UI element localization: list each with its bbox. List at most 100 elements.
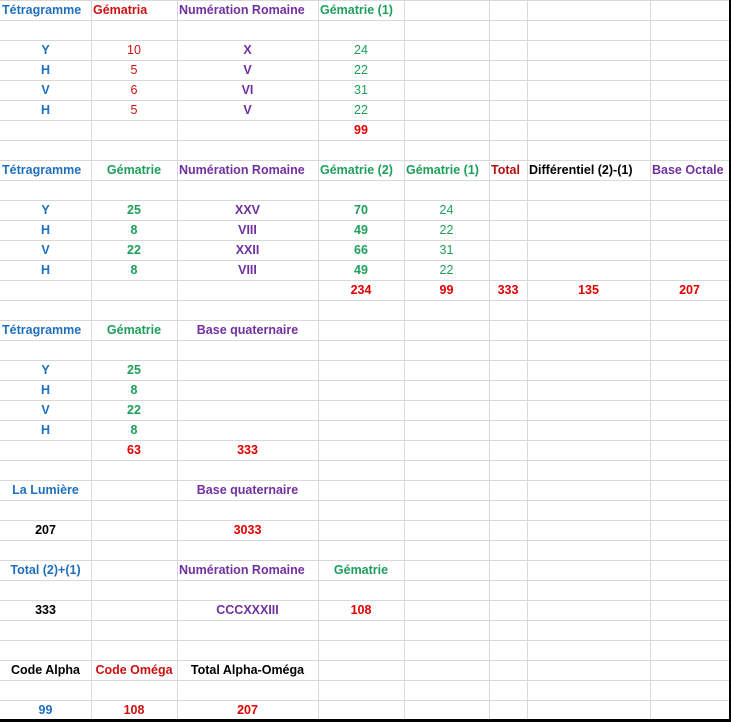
sheet-cell[interactable]: V xyxy=(177,60,318,80)
sheet-cell[interactable]: H xyxy=(0,100,91,120)
sheet-cell[interactable]: 234 xyxy=(318,280,404,300)
grid-column-line xyxy=(489,0,490,722)
sheet-cell[interactable]: H xyxy=(0,260,91,280)
grid-column-line xyxy=(404,0,405,722)
sheet-cell[interactable]: 25 xyxy=(91,360,177,380)
sheet-cell[interactable]: 24 xyxy=(318,40,404,60)
sheet-cell[interactable]: 8 xyxy=(91,260,177,280)
sheet-cell[interactable]: Code Alpha xyxy=(0,660,91,680)
sheet-cell[interactable]: VI xyxy=(177,80,318,100)
grid-row-line xyxy=(0,460,731,461)
sheet-cell[interactable]: 333 xyxy=(177,440,318,460)
sheet-cell[interactable]: 99 xyxy=(404,280,489,300)
sheet-cell[interactable]: Y xyxy=(0,40,91,60)
sheet-cell[interactable]: 5 xyxy=(91,100,177,120)
sheet-cell[interactable]: 22 xyxy=(91,400,177,420)
sheet-cell[interactable]: Numération Romaine xyxy=(177,160,318,180)
sheet-cell[interactable]: 22 xyxy=(318,60,404,80)
sheet-cell[interactable]: 49 xyxy=(318,260,404,280)
sheet-cell[interactable]: 10 xyxy=(91,40,177,60)
sheet-cell[interactable]: 333 xyxy=(0,600,91,620)
sheet-cell[interactable]: Différentiel (2)-(1) xyxy=(527,160,650,180)
sheet-cell[interactable]: 31 xyxy=(404,240,489,260)
grid-row-line xyxy=(0,480,731,481)
sheet-cell[interactable]: 31 xyxy=(318,80,404,100)
sheet-cell[interactable]: 3033 xyxy=(177,520,318,540)
sheet-cell[interactable]: 135 xyxy=(527,280,650,300)
sheet-cell[interactable]: 70 xyxy=(318,200,404,220)
sheet-cell[interactable]: Numération Romaine xyxy=(177,0,318,20)
sheet-cell[interactable]: 207 xyxy=(650,280,729,300)
sheet-cell[interactable]: 66 xyxy=(318,240,404,260)
sheet-cell[interactable]: 63 xyxy=(91,440,177,460)
sheet-cell[interactable]: Total Alpha-Oméga xyxy=(177,660,318,680)
sheet-cell[interactable]: 25 xyxy=(91,200,177,220)
grid-row-line xyxy=(0,180,731,181)
sheet-cell[interactable]: Gématrie xyxy=(318,560,404,580)
sheet-cell[interactable]: Tétragramme xyxy=(0,0,91,20)
sheet-cell[interactable]: H xyxy=(0,420,91,440)
sheet-cell[interactable]: Gématrie (1) xyxy=(404,160,489,180)
grid-row-line xyxy=(0,300,731,301)
sheet-cell[interactable]: 108 xyxy=(91,700,177,720)
grid-row-line xyxy=(0,580,731,581)
sheet-cell[interactable]: Gématrie (2) xyxy=(318,160,404,180)
sheet-cell[interactable]: V xyxy=(177,100,318,120)
sheet-cell[interactable]: X xyxy=(177,40,318,60)
sheet-cell[interactable]: XXII xyxy=(177,240,318,260)
sheet-cell[interactable]: VIII xyxy=(177,260,318,280)
sheet-cell[interactable]: 49 xyxy=(318,220,404,240)
sheet-cell[interactable]: 5 xyxy=(91,60,177,80)
sheet-cell[interactable]: 108 xyxy=(318,600,404,620)
sheet-cell[interactable]: Tétragramme xyxy=(0,160,91,180)
sheet-cell[interactable]: H xyxy=(0,60,91,80)
sheet-cell[interactable]: CCCXXXIII xyxy=(177,600,318,620)
grid-row-line xyxy=(0,20,731,21)
sheet-cell[interactable]: VIII xyxy=(177,220,318,240)
sheet-cell[interactable]: Gématria xyxy=(91,0,177,20)
sheet-cell[interactable]: Code Oméga xyxy=(91,660,177,680)
sheet-cell[interactable]: 22 xyxy=(404,220,489,240)
sheet-cell[interactable]: Gématrie xyxy=(91,160,177,180)
sheet-cell[interactable]: H xyxy=(0,380,91,400)
sheet-cell[interactable]: Base quaternaire xyxy=(177,480,318,500)
sheet-cell[interactable]: 207 xyxy=(177,700,318,720)
grid-column-line xyxy=(650,0,651,722)
sheet-cell[interactable]: 24 xyxy=(404,200,489,220)
sheet-cell[interactable]: 22 xyxy=(318,100,404,120)
sheet-cell[interactable]: Total xyxy=(489,160,527,180)
sheet-cell[interactable]: Numération Romaine xyxy=(177,560,318,580)
sheet-cell[interactable]: V xyxy=(0,240,91,260)
sheet-cell[interactable]: XXV xyxy=(177,200,318,220)
sheet-cell[interactable]: Y xyxy=(0,360,91,380)
grid-row-line xyxy=(0,500,731,501)
sheet-cell[interactable]: H xyxy=(0,220,91,240)
sheet-cell[interactable]: Total (2)+(1) xyxy=(0,560,91,580)
sheet-cell[interactable]: 99 xyxy=(0,700,91,720)
sheet-cell[interactable]: V xyxy=(0,400,91,420)
sheet-cell[interactable]: Gématrie xyxy=(91,320,177,340)
grid-row-line xyxy=(0,620,731,621)
grid-column-line xyxy=(527,0,528,722)
sheet-cell[interactable]: Base Octale xyxy=(650,160,729,180)
sheet-cell[interactable]: Y xyxy=(0,200,91,220)
sheet-cell[interactable]: Base quaternaire xyxy=(177,320,318,340)
sheet-cell[interactable]: 99 xyxy=(318,120,404,140)
sheet-cell[interactable]: 22 xyxy=(91,240,177,260)
grid-row-line xyxy=(0,140,731,141)
sheet-cell[interactable]: 22 xyxy=(404,260,489,280)
sheet-cell[interactable]: 6 xyxy=(91,80,177,100)
spreadsheet-grid[interactable]: Tétragramme Gématria Numération Romaine Gém… xyxy=(0,0,731,722)
sheet-cell[interactable]: 8 xyxy=(91,220,177,240)
sheet-cell[interactable]: 8 xyxy=(91,380,177,400)
grid-row-line xyxy=(0,540,731,541)
grid-row-line xyxy=(0,640,731,641)
grid-row-line xyxy=(0,520,731,521)
sheet-cell[interactable]: Gématrie (1) xyxy=(318,0,404,20)
sheet-cell[interactable]: 333 xyxy=(489,280,527,300)
sheet-cell[interactable]: V xyxy=(0,80,91,100)
sheet-cell[interactable]: La Lumière xyxy=(0,480,91,500)
sheet-cell[interactable]: 8 xyxy=(91,420,177,440)
sheet-cell[interactable]: Tétragramme xyxy=(0,320,91,340)
sheet-cell[interactable]: 207 xyxy=(0,520,91,540)
